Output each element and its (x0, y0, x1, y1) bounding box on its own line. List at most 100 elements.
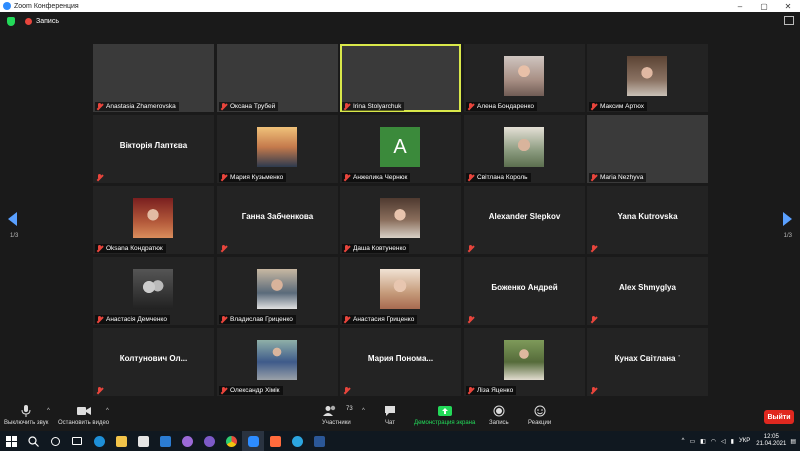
participants-button[interactable]: 73 Участники (322, 405, 353, 426)
video-app-icon[interactable] (264, 431, 286, 451)
chat-bubble-icon (384, 405, 396, 417)
participant-label (589, 244, 603, 253)
video-options-chevron-icon[interactable]: ^ (106, 408, 109, 414)
participants-label: Участники (322, 420, 351, 426)
participant-tile[interactable]: Anastasia Zhamerovska (93, 44, 214, 112)
participant-tile[interactable]: Ганна Забченкова (217, 186, 338, 254)
participant-tile[interactable]: Анастасия Гриценко (340, 257, 461, 325)
audio-options-chevron-icon[interactable]: ^ (47, 408, 50, 414)
start-windows-icon[interactable] (0, 431, 22, 451)
participant-label: Владислав Гриценко (219, 315, 296, 324)
participant-tile[interactable]: Анастасія Демченко (93, 257, 214, 325)
clock-date: 21.04.2021 (756, 441, 787, 447)
participant-tile[interactable]: Maria Nezhyva (587, 115, 708, 183)
participant-tile[interactable]: A Анжелика Чернюк (340, 115, 461, 183)
chrome-icon[interactable] (220, 431, 242, 451)
mute-button[interactable]: Выключить звук (4, 405, 48, 426)
muted-mic-icon (590, 103, 597, 110)
participant-tile[interactable]: Світлана Король (464, 115, 585, 183)
participant-label: Ліза Яценко (466, 386, 517, 395)
participant-tile[interactable]: Максим Артюх (587, 44, 708, 112)
participant-tile[interactable]: Вікторія Лаптєва (93, 115, 214, 183)
participant-tile[interactable]: Даша Ковтуненко (340, 186, 461, 254)
viber-icon[interactable] (198, 431, 220, 451)
participant-label: Оксана Трубей (219, 102, 279, 111)
participant-avatar (257, 127, 297, 167)
chat-button[interactable]: Чат (384, 405, 396, 426)
participant-name: Світлана Король (477, 174, 528, 181)
participant-tile[interactable]: Alexander Slepkov (464, 186, 585, 254)
muted-mic-icon (467, 103, 474, 110)
share-screen-button[interactable]: Демонстрация экрана (414, 405, 475, 426)
participant-label: Мария Кузьменко (219, 173, 287, 182)
task-view-icon[interactable] (66, 431, 88, 451)
keyboard-language[interactable]: УКР (739, 438, 750, 444)
participant-name: Ліза Яценко (477, 387, 514, 394)
record-button[interactable]: Запись (489, 405, 509, 426)
participant-tile[interactable]: Alex Shmyglya (587, 257, 708, 325)
participant-label: Максим Артюх (589, 102, 648, 111)
word-icon[interactable] (308, 431, 330, 451)
muted-mic-icon (467, 316, 474, 323)
participant-tile[interactable]: Алена Бондаренко (464, 44, 585, 112)
clock-time: 12:05 (763, 434, 779, 440)
battery-icon[interactable]: ▮ (731, 438, 734, 445)
participant-avatar (504, 340, 544, 380)
security-shield-icon[interactable] (7, 16, 15, 26)
participant-tile[interactable]: Владислав Гриценко (217, 257, 338, 325)
participant-tile[interactable]: Мария Пономa... (340, 328, 461, 396)
meeting-info-bar: Запись (0, 12, 800, 30)
participant-name: Мария Кузьменко (230, 174, 284, 181)
muted-mic-icon (343, 245, 350, 252)
close-icon[interactable]: ✕ (776, 2, 800, 11)
participant-name-center: Alex Shmyglya (619, 283, 676, 292)
participant-tile[interactable]: Кунах Світлана ˈ (587, 328, 708, 396)
participant-name: Anastasia Zhamerovska (106, 103, 176, 110)
participant-avatar (257, 340, 297, 380)
muted-mic-icon (220, 387, 227, 394)
maximize-icon[interactable]: ▢ (752, 2, 776, 11)
participant-letter-avatar: A (380, 127, 420, 167)
file-explorer-icon[interactable] (110, 431, 132, 451)
notification-tray-icon[interactable]: ▭ (689, 438, 695, 445)
muted-mic-icon (590, 316, 597, 323)
participant-tile[interactable]: Боженко Андрей (464, 257, 585, 325)
minimize-icon[interactable]: – (728, 2, 752, 11)
participant-tile[interactable]: Yana Kutrovska (587, 186, 708, 254)
tray-chevron-icon[interactable]: ^ (682, 438, 685, 444)
reactions-button[interactable]: Реакции (528, 405, 551, 426)
network-tray-icon[interactable]: ◧ (700, 438, 706, 445)
search-icon[interactable] (22, 431, 44, 451)
zoom-app-icon[interactable] (242, 431, 264, 451)
taskbar-clock[interactable]: 12:05 21.04.2021 (756, 434, 786, 448)
stop-video-button[interactable]: Остановить видео (58, 405, 109, 426)
cortana-icon[interactable] (44, 431, 66, 451)
participant-tile[interactable]: Ліза Яценко (464, 328, 585, 396)
participant-tile[interactable]: Oksana Кондратюк (93, 186, 214, 254)
muted-mic-icon (590, 245, 597, 252)
gallery-view-icon[interactable] (784, 16, 794, 25)
participant-tile[interactable]: Irina Stolyarchuk (340, 44, 461, 112)
action-center-icon[interactable]: ▤ (790, 438, 796, 445)
participant-tile[interactable]: Колтунович Ол... (93, 328, 214, 396)
previous-page-icon[interactable] (8, 212, 17, 226)
telegram-icon[interactable] (286, 431, 308, 451)
leave-meeting-button[interactable]: Выйти (764, 410, 794, 424)
chat-label: Чат (385, 420, 395, 426)
volume-icon[interactable]: ◁ (721, 438, 726, 445)
wifi-icon[interactable]: ◠ (711, 438, 716, 445)
edge-browser-icon[interactable] (88, 431, 110, 451)
mail-icon[interactable] (154, 431, 176, 451)
participant-tile[interactable]: Олександр Хімік (217, 328, 338, 396)
participant-tile[interactable]: Мария Кузьменко (217, 115, 338, 183)
participant-label: Даша Ковтуненко (342, 244, 409, 253)
participants-chevron-icon[interactable]: ^ (362, 408, 365, 414)
participant-tile[interactable]: Оксана Трубей (217, 44, 338, 112)
participant-label (466, 244, 480, 253)
muted-mic-icon (96, 387, 103, 394)
feather-app-icon[interactable] (176, 431, 198, 451)
next-page-icon[interactable] (783, 212, 792, 226)
participant-avatar (504, 56, 544, 96)
participant-name: Оксана Трубей (230, 103, 276, 110)
store-icon[interactable] (132, 431, 154, 451)
